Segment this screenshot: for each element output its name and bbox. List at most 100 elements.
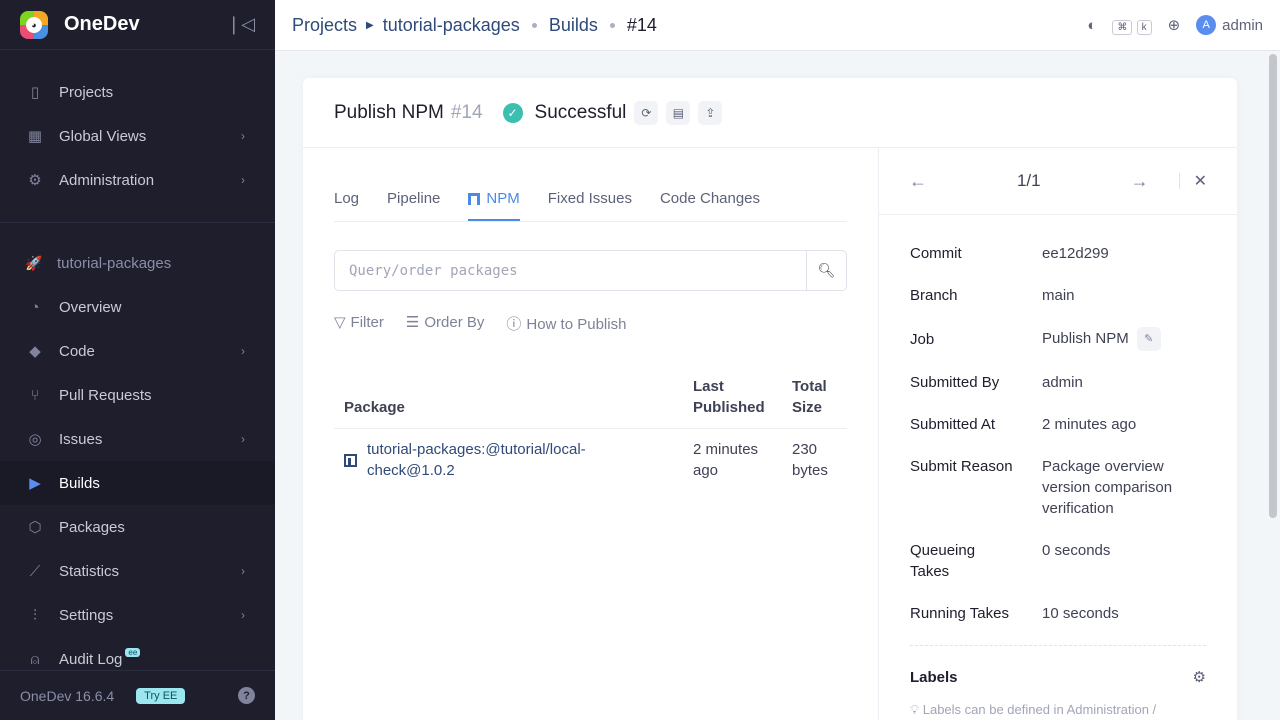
- pager-divider: [1178, 173, 1180, 189]
- arrow-right-icon[interactable]: →: [1131, 171, 1149, 192]
- pencil-icon[interactable]: ✎: [1136, 327, 1161, 351]
- breadcrumb-builds[interactable]: Builds: [549, 15, 598, 36]
- prop-commit: Commit ee12d299: [910, 243, 1206, 264]
- global-nav: ▯ Projects ▦ Global Views › ⚙ Administra…: [0, 50, 275, 202]
- chevron-right-icon: ›: [241, 608, 245, 622]
- project-header[interactable]: 🚀 tutorial-packages: [0, 241, 275, 285]
- sidebar-item-overview[interactable]: ◔ Overview: [0, 285, 275, 329]
- brand: ◕ OneDev ❘◁: [0, 0, 275, 50]
- breadcrumb-current: #14: [626, 14, 657, 35]
- app-name[interactable]: OneDev: [64, 13, 140, 36]
- gear-icon[interactable]: ⚙: [1193, 668, 1206, 686]
- close-icon[interactable]: ✕: [1194, 171, 1207, 191]
- order-by-button[interactable]: ☰ Order By: [406, 313, 484, 334]
- column-header-total-size[interactable]: Total Size: [782, 366, 847, 429]
- pager-count: 1/1: [1016, 171, 1041, 190]
- build-status: Successful: [534, 101, 627, 123]
- build-card: Publish NPM #14 ✓ Successful ⟳ ▤ ⇪ Log P…: [303, 78, 1237, 720]
- sliders-icon: ⫶: [33, 606, 37, 624]
- package-icon: ⬡: [28, 519, 42, 536]
- language-globe-icon[interactable]: ⊕: [1168, 16, 1181, 34]
- sidebar-item-issues[interactable]: ◎ Issues ›: [0, 417, 275, 461]
- sidebar-item-label: Statistics: [59, 562, 120, 580]
- onedev-logo-icon[interactable]: ◕: [20, 10, 48, 39]
- project-name: tutorial-packages: [57, 254, 172, 272]
- sidebar-item-code[interactable]: ◆ Code ›: [0, 329, 275, 373]
- pull-request-icon: ⑂: [30, 386, 40, 404]
- tab-code-changes[interactable]: Code Changes: [660, 190, 760, 221]
- npm-package-icon: [344, 453, 357, 467]
- last-published-cell: 2 minutes ago: [693, 441, 759, 479]
- build-tabs: Log Pipeline NPM Fixed Issues Code Chang…: [334, 148, 847, 222]
- arrow-left-icon[interactable]: ←: [909, 171, 927, 192]
- branch-link[interactable]: main: [1042, 285, 1206, 306]
- sidebar-item-builds[interactable]: ▶ Builds: [0, 461, 275, 505]
- topbar: Projects ▶ tutorial-packages Builds #14 …: [275, 0, 1280, 51]
- sidebar-item-label: Settings: [59, 606, 114, 624]
- commit-link[interactable]: ee12d299: [1042, 243, 1206, 264]
- column-header-last-published[interactable]: Last Published: [683, 366, 782, 429]
- total-size-cell: 230 bytes: [792, 441, 828, 479]
- rebuild-icon[interactable]: ⟳: [634, 100, 659, 125]
- sidebar-item-label: Overview: [59, 298, 122, 316]
- build-properties: Commit ee12d299 Branch main Job Publish …: [879, 215, 1237, 624]
- theme-toggle-icon[interactable]: ◐: [1087, 17, 1096, 34]
- build-number: #14: [450, 101, 483, 123]
- how-to-publish-button[interactable]: ⓘ How to Publish: [506, 313, 626, 334]
- job-link[interactable]: Publish NPM: [1042, 330, 1129, 347]
- caret-right-icon[interactable]: ▶: [366, 20, 374, 31]
- code-icon: ◆: [29, 343, 41, 360]
- upload-icon[interactable]: ⇪: [698, 100, 723, 125]
- sidebar-item-label: Administration: [59, 171, 155, 189]
- sidebar: ◕ OneDev ❘◁ ▯ Projects ▦ Global Views › …: [0, 0, 275, 720]
- sidebar-divider: [0, 222, 275, 223]
- clipboard-icon[interactable]: ▤: [666, 100, 691, 125]
- try-ee-button[interactable]: Try EE: [136, 687, 186, 704]
- user-menu[interactable]: A admin: [1196, 15, 1263, 35]
- table-row: tutorial-packages:@tutorial/local-check@…: [334, 429, 847, 492]
- search-input[interactable]: [335, 251, 806, 290]
- prop-branch: Branch main: [910, 285, 1206, 306]
- build-pager: ← 1/1 → ✕: [879, 148, 1237, 215]
- sidebar-item-label: Issues: [59, 430, 103, 448]
- sidebar-item-projects[interactable]: ▯ Projects: [0, 70, 275, 114]
- ee-badge: ee: [125, 647, 141, 657]
- submitter-link[interactable]: admin: [1042, 372, 1206, 393]
- sidebar-item-administration[interactable]: ⚙ Administration ›: [0, 158, 275, 202]
- chevron-right-icon: ›: [241, 173, 245, 187]
- question-circle-icon: ⓘ: [506, 316, 522, 333]
- lightbulb-icon: 💡︎: [910, 702, 920, 717]
- page-scrollbar[interactable]: [1269, 54, 1277, 518]
- sidebar-item-packages[interactable]: ⬡ Packages: [0, 505, 275, 549]
- user-name: admin: [1222, 16, 1263, 34]
- command-palette-shortcut[interactable]: ⌘ k: [1112, 17, 1152, 35]
- breadcrumb-separator: [609, 22, 615, 28]
- tab-fixed-issues[interactable]: Fixed Issues: [548, 190, 632, 221]
- play-icon: ▶: [29, 475, 41, 492]
- user-icon: ⍝: [30, 650, 40, 668]
- sidebar-item-settings[interactable]: ⫶ Settings ›: [0, 593, 275, 637]
- sidebar-item-label: Projects: [59, 83, 114, 101]
- tab-log[interactable]: Log: [334, 190, 359, 221]
- filter-button[interactable]: ▽ Filter: [334, 313, 384, 334]
- labels-section: Labels ⚙: [879, 646, 1237, 687]
- labels-title: Labels: [910, 668, 958, 686]
- tab-pipeline[interactable]: Pipeline: [387, 190, 440, 221]
- tab-npm[interactable]: NPM: [468, 190, 520, 221]
- collapse-sidebar-icon[interactable]: ❘◁: [226, 14, 255, 35]
- breadcrumb-project[interactable]: tutorial-packages: [383, 15, 520, 36]
- sidebar-item-global-views[interactable]: ▦ Global Views ›: [0, 114, 275, 158]
- packages-table: Package Last Published Total Size tutori…: [334, 366, 847, 491]
- check-circle-icon: ✓: [502, 102, 523, 123]
- sidebar-item-label: Builds: [59, 474, 100, 492]
- dashboard-icon: ◔: [30, 298, 40, 316]
- breadcrumb-separator: [531, 22, 537, 28]
- grid-icon: ▦: [27, 128, 43, 145]
- sidebar-item-statistics[interactable]: ⟋ Statistics ›: [0, 549, 275, 593]
- package-link[interactable]: tutorial-packages:@tutorial/local-check@…: [344, 439, 673, 481]
- search-icon[interactable]: 🔍︎: [806, 251, 846, 290]
- breadcrumb-projects[interactable]: Projects: [292, 15, 357, 36]
- help-icon[interactable]: ?: [238, 687, 255, 704]
- column-header-package[interactable]: Package: [334, 366, 683, 429]
- sidebar-item-pull-requests[interactable]: ⑂ Pull Requests: [0, 373, 275, 417]
